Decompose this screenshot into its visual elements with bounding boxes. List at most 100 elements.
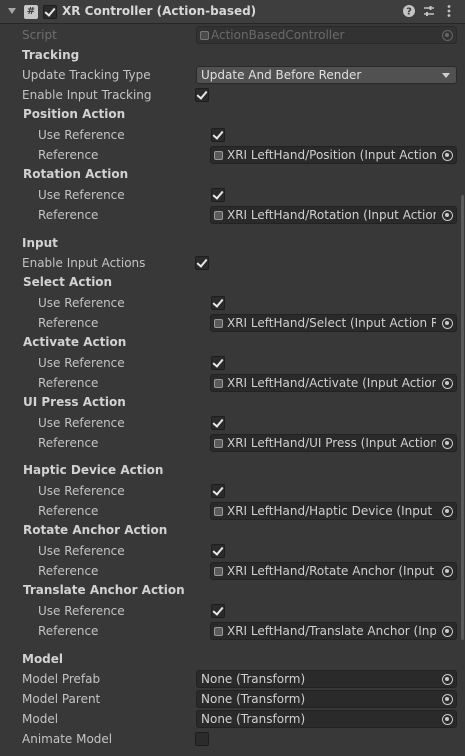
script-label: Script bbox=[22, 28, 57, 42]
select-use-reference-checkbox[interactable] bbox=[211, 296, 225, 310]
ui-press-reference-field[interactable]: XRI LeftHand/UI Press (Input Action Re bbox=[210, 434, 457, 452]
select-action-heading: Select Action bbox=[23, 275, 113, 289]
tracking-heading: Tracking bbox=[22, 48, 80, 62]
rotate-anchor-use-reference-label: Use Reference bbox=[38, 544, 125, 558]
object-picker-icon[interactable] bbox=[442, 506, 453, 517]
input-action-asset-icon bbox=[214, 627, 223, 636]
input-action-asset-icon bbox=[214, 379, 223, 388]
model-parent-label: Model Parent bbox=[22, 692, 101, 706]
select-reference-field[interactable]: XRI LeftHand/Select (Input Action Ref bbox=[210, 314, 457, 332]
translate-anchor-reference-label: Reference bbox=[38, 624, 99, 638]
animate-model-checkbox[interactable] bbox=[195, 732, 209, 746]
model-value: None (Transform) bbox=[201, 712, 306, 726]
object-picker-icon bbox=[442, 30, 453, 41]
select-reference-label: Reference bbox=[38, 316, 99, 330]
input-action-asset-icon bbox=[214, 319, 223, 328]
object-picker-icon[interactable] bbox=[442, 318, 453, 329]
rotation-reference-value: XRI LeftHand/Rotation (Input Action R bbox=[227, 208, 436, 222]
script-icon: # bbox=[24, 5, 38, 19]
object-picker-icon[interactable] bbox=[442, 210, 453, 221]
translate-anchor-use-reference-label: Use Reference bbox=[38, 604, 125, 618]
object-picker-icon[interactable] bbox=[442, 626, 453, 637]
enable-input-tracking-checkbox[interactable] bbox=[195, 88, 209, 102]
model-prefab-value: None (Transform) bbox=[201, 672, 306, 686]
input-action-asset-icon bbox=[214, 211, 223, 220]
enable-input-actions-label: Enable Input Actions bbox=[22, 256, 146, 270]
ui-press-use-reference-checkbox[interactable] bbox=[211, 416, 225, 430]
chevron-down-icon bbox=[442, 73, 450, 78]
haptic-reference-value: XRI LeftHand/Haptic Device (Input Ac bbox=[227, 504, 436, 518]
inspector-scrollbar[interactable] bbox=[461, 195, 464, 640]
svg-text:?: ? bbox=[406, 7, 412, 18]
model-field[interactable]: None (Transform) bbox=[196, 710, 457, 728]
translate-anchor-reference-field[interactable]: XRI LeftHand/Translate Anchor (Input bbox=[210, 622, 457, 640]
rotation-action-heading: Rotation Action bbox=[23, 167, 129, 181]
select-reference-value: XRI LeftHand/Select (Input Action Ref bbox=[227, 316, 436, 330]
kebab-menu-icon[interactable] bbox=[441, 3, 457, 19]
object-picker-icon[interactable] bbox=[442, 694, 453, 705]
translate-anchor-reference-value: XRI LeftHand/Translate Anchor (Input bbox=[227, 624, 436, 638]
enable-input-actions-checkbox[interactable] bbox=[195, 256, 209, 270]
object-picker-icon[interactable] bbox=[442, 378, 453, 389]
model-prefab-label: Model Prefab bbox=[22, 672, 101, 686]
update-tracking-type-value: Update And Before Render bbox=[201, 68, 362, 82]
script-field: ActionBasedController bbox=[196, 26, 457, 44]
rotate-anchor-action-heading: Rotate Anchor Action bbox=[23, 523, 168, 537]
presets-icon[interactable] bbox=[421, 3, 437, 19]
activate-action-heading: Activate Action bbox=[23, 335, 127, 349]
model-heading: Model bbox=[22, 652, 64, 666]
chevron-down-icon[interactable] bbox=[8, 8, 16, 14]
model-parent-value: None (Transform) bbox=[201, 692, 306, 706]
input-action-asset-icon bbox=[214, 439, 223, 448]
update-tracking-type-dropdown[interactable]: Update And Before Render bbox=[196, 66, 457, 84]
rotate-anchor-reference-value: XRI LeftHand/Rotate Anchor (Input Ac bbox=[227, 564, 436, 578]
haptic-device-action-heading: Haptic Device Action bbox=[23, 463, 164, 477]
help-icon[interactable]: ? bbox=[401, 3, 417, 19]
update-tracking-type-label: Update Tracking Type bbox=[22, 68, 151, 82]
input-action-asset-icon bbox=[214, 507, 223, 516]
object-picker-icon[interactable] bbox=[442, 150, 453, 161]
haptic-reference-field[interactable]: XRI LeftHand/Haptic Device (Input Ac bbox=[210, 502, 457, 520]
component-enabled-checkbox[interactable] bbox=[43, 5, 57, 19]
script-field-value: ActionBasedController bbox=[211, 28, 345, 42]
script-asset-icon bbox=[200, 31, 209, 40]
translate-anchor-action-heading: Translate Anchor Action bbox=[23, 583, 185, 597]
position-use-reference-checkbox[interactable] bbox=[211, 128, 225, 142]
ui-press-reference-label: Reference bbox=[38, 436, 99, 450]
position-reference-field[interactable]: XRI LeftHand/Position (Input Action Re bbox=[210, 146, 457, 164]
position-use-reference-label: Use Reference bbox=[38, 128, 125, 142]
select-use-reference-label: Use Reference bbox=[38, 296, 125, 310]
rotation-reference-label: Reference bbox=[38, 208, 99, 222]
rotate-anchor-use-reference-checkbox[interactable] bbox=[211, 544, 225, 558]
model-label: Model bbox=[22, 712, 59, 726]
object-picker-icon[interactable] bbox=[442, 438, 453, 449]
rotation-use-reference-checkbox[interactable] bbox=[211, 188, 225, 202]
activate-use-reference-checkbox[interactable] bbox=[211, 356, 225, 370]
position-reference-label: Reference bbox=[38, 148, 99, 162]
rotation-reference-field[interactable]: XRI LeftHand/Rotation (Input Action R bbox=[210, 206, 457, 224]
object-picker-icon[interactable] bbox=[442, 566, 453, 577]
enable-input-tracking-label: Enable Input Tracking bbox=[22, 88, 152, 102]
activate-reference-label: Reference bbox=[38, 376, 99, 390]
object-picker-icon[interactable] bbox=[442, 714, 453, 725]
haptic-reference-label: Reference bbox=[38, 504, 99, 518]
rotate-anchor-reference-field[interactable]: XRI LeftHand/Rotate Anchor (Input Ac bbox=[210, 562, 457, 580]
ui-press-action-heading: UI Press Action bbox=[23, 395, 126, 409]
animate-model-label: Animate Model bbox=[22, 732, 113, 746]
rotate-anchor-reference-label: Reference bbox=[38, 564, 99, 578]
input-action-asset-icon bbox=[214, 567, 223, 576]
component-title: XR Controller (Action-based) bbox=[62, 4, 257, 18]
component-header[interactable]: # XR Controller (Action-based) ? bbox=[0, 0, 465, 24]
input-heading: Input bbox=[22, 236, 58, 250]
activate-reference-field[interactable]: XRI LeftHand/Activate (Input Action R bbox=[210, 374, 457, 392]
haptic-use-reference-checkbox[interactable] bbox=[211, 484, 225, 498]
object-picker-icon[interactable] bbox=[442, 674, 453, 685]
translate-anchor-use-reference-checkbox[interactable] bbox=[211, 604, 225, 618]
model-prefab-field[interactable]: None (Transform) bbox=[196, 670, 457, 688]
model-parent-field[interactable]: None (Transform) bbox=[196, 690, 457, 708]
position-reference-value: XRI LeftHand/Position (Input Action Re bbox=[227, 148, 436, 162]
rotation-use-reference-label: Use Reference bbox=[38, 188, 125, 202]
position-action-heading: Position Action bbox=[23, 107, 126, 121]
activate-reference-value: XRI LeftHand/Activate (Input Action R bbox=[227, 376, 436, 390]
haptic-use-reference-label: Use Reference bbox=[38, 484, 125, 498]
